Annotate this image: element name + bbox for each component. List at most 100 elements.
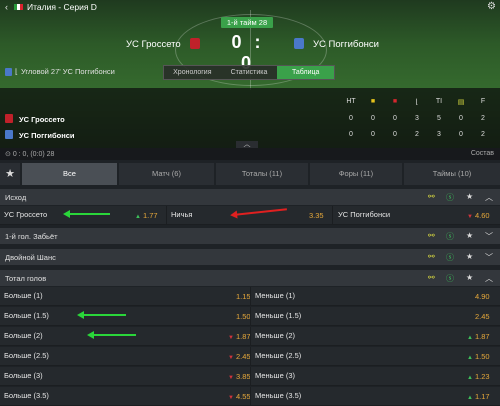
top-bar: ‹ Италия - Серия D ⚙ [0,0,500,14]
stats-icon[interactable]: ⓢ [446,192,454,203]
under-odd[interactable]: 4.90 [475,292,490,301]
tab-match[interactable]: Матч (6) [119,163,214,185]
over-label[interactable]: Больше (3) [4,371,43,380]
odds-down-icon: ▼ [228,375,234,381]
under-odd[interactable]: ▲ 1.23 [467,372,490,381]
total-row: Больше (3) ▼ 3.85 Меньше (3) ▲ 1.23 [0,367,500,386]
expand-chevron-icon[interactable]: ﹀ [485,231,493,242]
over-label[interactable]: Больше (2) [4,331,43,340]
link-icon[interactable]: ⚯ [428,231,435,240]
away-team-name: УС Поггибонси [313,39,379,50]
away-shirt-icon [5,68,12,77]
under-odd-value: 2.45 [475,312,490,321]
back-chevron-icon[interactable]: ‹ [5,2,8,12]
stats-row-away: УС Поггибонси 0 0 0 2 3 0 2 [0,128,500,142]
stats-header-f: F [480,98,486,105]
under-label[interactable]: Меньше (1.5) [255,311,301,320]
section-title: 1-й гол. Забьёт [5,232,58,241]
last-event: ⌊ Угловой 27' УС Поггибонси [5,67,115,77]
stat-value: 0 [371,115,375,122]
under-odd[interactable]: ▲ 1.87 [467,332,490,341]
tab-totals[interactable]: Тоталы (11) [216,163,308,185]
settings-icon[interactable]: ⚙ [487,1,496,12]
favorite-star-icon[interactable]: ★ [466,252,473,261]
section-first-goal[interactable]: 1-й гол. Забьёт ⚯ ⓢ ★ ﹀ [0,228,500,244]
over-odd[interactable]: ▼ 2.45 [228,352,251,361]
under-odd[interactable]: ▲ 1.50 [467,352,490,361]
favorite-star-icon[interactable]: ★ [466,273,473,282]
odds-up-icon: ▲ [467,355,473,361]
home-outcome-odd[interactable]: ▲ 1.77 [135,211,158,220]
section-outcome[interactable]: Исход ⚯ ⓢ ★ ︿ [0,189,500,205]
expand-chevron-icon[interactable]: ﹀ [485,252,493,263]
link-icon[interactable]: ⚯ [428,192,435,201]
odds-up-icon: ▲ [467,395,473,401]
score-detail: ⊙ 0 : 0, (0:0) 28 [5,150,54,158]
tab-halves[interactable]: Таймы (10) [404,163,500,185]
under-label[interactable]: Меньше (3) [255,371,295,380]
odds-down-icon: ▼ [228,335,234,341]
under-label[interactable]: Меньше (2) [255,331,295,340]
yellow-card-icon: ■ [370,98,376,105]
outcome-row: УС Гроссето ▲ 1.77 Ничья 3.35 УС Поггибон… [0,206,500,225]
lineup-link[interactable]: Состав [471,150,494,157]
over-odd[interactable]: ▼ 1.87 [228,332,251,341]
stat-value: 3 [437,131,441,138]
green-arrow-annotation [77,311,126,319]
under-label[interactable]: Меньше (3.5) [255,391,301,400]
view-tabs: Хронология Статистика Таблица [163,65,335,80]
total-row: Больше (3.5) ▼ 4.55 Меньше (3.5) ▲ 1.17 [0,387,500,406]
tab-handicaps[interactable]: Форы (11) [310,163,402,185]
away-outcome-label[interactable]: УС Поггибонси [338,210,390,219]
collapse-chevron-icon[interactable]: ︿ [485,273,493,284]
over-odd[interactable]: 1.50 [236,312,251,321]
away-outcome-odd[interactable]: ▼ 4.60 [467,211,490,220]
over-label[interactable]: Больше (1.5) [4,311,49,320]
total-row: Больше (2) ▼ 1.87 Меньше (2) ▲ 1.87 [0,327,500,346]
home-team-name: УС Гроссето [126,39,181,50]
draw-outcome-odd[interactable]: 3.35 [309,211,324,220]
divider [250,307,251,325]
over-odd-value: 1.50 [236,312,251,321]
under-odd[interactable]: 2.45 [475,312,490,321]
link-icon[interactable]: ⚯ [428,252,435,261]
favorite-star-icon[interactable]: ★ [466,192,473,201]
over-odd[interactable]: ▼ 3.85 [228,372,251,381]
divider [250,327,251,345]
favorite-star-icon[interactable]: ★ [466,231,473,240]
divider [250,287,251,305]
home-outcome-label[interactable]: УС Гроссето [4,210,47,219]
collapse-chevron-icon[interactable]: ︿ [485,192,493,203]
stat-value: 0 [459,115,463,122]
under-label[interactable]: Меньше (1) [255,291,295,300]
stats-icon[interactable]: ⓢ [446,231,454,242]
home-shirt-icon [190,38,200,49]
over-label[interactable]: Больше (2.5) [4,351,49,360]
over-odd[interactable]: 1.15 [236,292,251,301]
odds-down-icon: ▼ [228,355,234,361]
draw-outcome-label[interactable]: Ничья [171,210,192,219]
away-outcome-odd-value: 4.60 [474,211,490,220]
odds-up-icon: ▲ [467,375,473,381]
stats-icon[interactable]: ⓢ [446,273,454,284]
favorites-star-icon[interactable]: ★ [0,163,20,185]
tab-statistics[interactable]: Статистика [220,66,278,79]
stats-team-name: УС Гроссето [19,115,65,124]
stat-value: 0 [393,115,397,122]
section-total-goals[interactable]: Тотал голов ⚯ ⓢ ★ ︿ [0,270,500,286]
stat-value: 3 [415,115,419,122]
home-outcome-odd-value: 1.77 [142,211,158,220]
over-label[interactable]: Больше (1) [4,291,43,300]
section-double-chance[interactable]: Двойной Шанс ⚯ ⓢ ★ ﹀ [0,249,500,265]
link-icon[interactable]: ⚯ [428,273,435,282]
under-label[interactable]: Меньше (2.5) [255,351,301,360]
over-label[interactable]: Больше (3.5) [4,391,49,400]
tab-table[interactable]: Таблица [277,66,335,79]
stats-icon[interactable]: ⓢ [446,252,454,263]
status-bar: ⊙ 0 : 0, (0:0) 28 Состав [0,148,500,160]
match-period: 1-й тайм 28 [221,17,273,28]
stat-value: 2 [481,115,485,122]
tab-all[interactable]: Все [22,163,117,185]
league-title: Италия - Серия D [27,2,97,12]
tab-timeline[interactable]: Хронология [164,66,221,79]
